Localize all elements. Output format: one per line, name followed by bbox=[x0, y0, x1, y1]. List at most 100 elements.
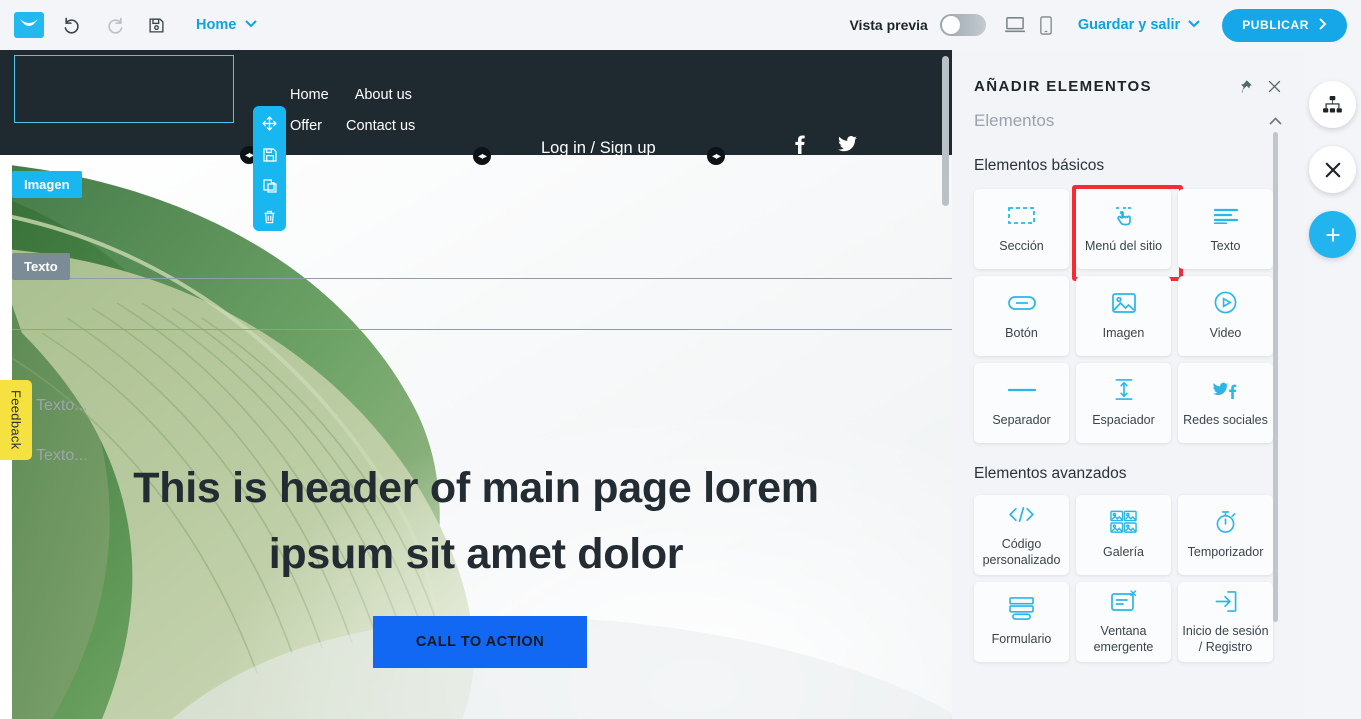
close-icon[interactable] bbox=[1267, 79, 1282, 94]
nav-link-contact-us[interactable]: Contact us bbox=[346, 111, 415, 142]
text-lines-icon bbox=[1213, 204, 1238, 228]
envelope-logo-icon[interactable] bbox=[14, 12, 44, 38]
button-pill-icon bbox=[1007, 291, 1036, 315]
element-card-label: Botón bbox=[1005, 325, 1038, 340]
floppy-save-icon[interactable] bbox=[142, 11, 170, 39]
chevron-up-icon[interactable] bbox=[1269, 112, 1282, 130]
code-brackets-icon bbox=[1008, 502, 1035, 526]
twitter-icon[interactable] bbox=[838, 134, 857, 154]
element-card-redes-sociales[interactable]: Redes sociales bbox=[1178, 363, 1273, 443]
element-card-galeria[interactable]: Galería bbox=[1076, 495, 1171, 575]
element-card-label: Video bbox=[1209, 325, 1242, 340]
element-card-label: Imagen bbox=[1102, 325, 1145, 340]
preview-label: Vista previa bbox=[849, 17, 928, 33]
text-element-badge[interactable]: Texto bbox=[12, 253, 70, 280]
delete-icon[interactable] bbox=[255, 204, 285, 231]
element-card-label: Formulario bbox=[991, 631, 1052, 646]
ghost-text-1[interactable]: Texto... bbox=[36, 397, 88, 415]
element-card-label: Separador bbox=[992, 412, 1051, 427]
nav-social-icons bbox=[795, 134, 857, 154]
element-card-imagen[interactable]: Imagen bbox=[1076, 276, 1171, 356]
page-name-label: Home bbox=[196, 17, 237, 33]
spacer-arrows-icon bbox=[1114, 378, 1134, 402]
popup-window-icon bbox=[1110, 589, 1137, 613]
website-canvas[interactable]: Texto... Texto... This is header of main… bbox=[0, 50, 952, 719]
publish-button[interactable]: PUBLICAR bbox=[1222, 8, 1347, 42]
save-icon[interactable] bbox=[255, 141, 285, 168]
divider-line-icon bbox=[1007, 378, 1036, 402]
selected-text-block-outline[interactable] bbox=[12, 278, 952, 330]
element-card-label: Inicio de sesión / Registro bbox=[1182, 624, 1269, 654]
panel-subsection-label: Elementos bbox=[974, 111, 1055, 130]
element-card-boton[interactable]: Botón bbox=[974, 276, 1069, 356]
image-icon bbox=[1111, 291, 1136, 315]
form-icon bbox=[1009, 597, 1034, 621]
resize-handle-middle[interactable]: ◂▸ bbox=[473, 147, 491, 165]
chevron-down-icon bbox=[245, 19, 258, 31]
site-navigation-bar[interactable]: Home About us Offer Contact us Log in / … bbox=[0, 50, 952, 165]
pin-icon[interactable] bbox=[1238, 79, 1253, 94]
desktop-view-icon[interactable] bbox=[1004, 16, 1026, 34]
top-toolbar: Home Vista previa Guardar y salir PUBLIC… bbox=[0, 0, 1361, 50]
close-icon[interactable] bbox=[1309, 146, 1356, 193]
section-dashed-icon bbox=[1008, 204, 1035, 228]
site-menu-cursor-icon bbox=[1112, 204, 1136, 228]
gallery-grid-icon bbox=[1110, 510, 1137, 534]
canvas-scrollbar[interactable] bbox=[942, 56, 949, 206]
duplicate-icon[interactable] bbox=[255, 173, 285, 200]
element-card-codigo-personalizado[interactable]: Código personalizado bbox=[974, 495, 1069, 575]
panel-title: AÑADIR ELEMENTOS bbox=[974, 78, 1152, 95]
right-action-rail bbox=[1304, 50, 1361, 719]
section-title-advanced: Elementos avanzados bbox=[974, 465, 1127, 482]
panel-scrollbar[interactable] bbox=[1273, 132, 1278, 622]
element-card-separador[interactable]: Separador bbox=[974, 363, 1069, 443]
redo-icon[interactable] bbox=[100, 11, 128, 39]
element-card-formulario[interactable]: Formulario bbox=[974, 582, 1069, 662]
undo-icon[interactable] bbox=[58, 11, 86, 39]
element-card-temporizador[interactable]: Temporizador bbox=[1178, 495, 1273, 575]
facebook-icon[interactable] bbox=[795, 134, 805, 154]
element-card-texto[interactable]: Texto bbox=[1178, 189, 1273, 269]
feedback-tab[interactable]: Feedback bbox=[0, 380, 32, 460]
element-card-inicio-de-sesion[interactable]: Inicio de sesión / Registro bbox=[1178, 582, 1273, 662]
add-plus-icon[interactable] bbox=[1309, 211, 1356, 258]
nav-links-group: Home About us Offer Contact us bbox=[290, 80, 480, 142]
video-play-icon bbox=[1214, 291, 1237, 315]
add-elements-panel: AÑADIR ELEMENTOS Elementos Elementos bás… bbox=[952, 50, 1304, 719]
chevron-down-icon bbox=[1188, 19, 1200, 31]
section-title-basic: Elementos básicos bbox=[974, 157, 1105, 174]
preview-toggle[interactable] bbox=[939, 14, 986, 36]
page-selector[interactable]: Home bbox=[196, 17, 258, 33]
element-card-label: Galería bbox=[1103, 544, 1144, 559]
resize-handle-right[interactable]: ◂▸ bbox=[707, 147, 725, 165]
element-card-video[interactable]: Video bbox=[1178, 276, 1273, 356]
feedback-label: Feedback bbox=[8, 390, 24, 450]
advanced-elements-grid: Código personalizado Galería Temporizado… bbox=[952, 483, 1304, 662]
element-card-label: Ventana emergente bbox=[1093, 624, 1154, 654]
sitemap-icon[interactable] bbox=[1309, 81, 1356, 128]
nav-login-signup-link[interactable]: Log in / Sign up bbox=[541, 139, 656, 158]
panel-header: AÑADIR ELEMENTOS bbox=[952, 50, 1304, 95]
save-exit-button[interactable]: Guardar y salir bbox=[1078, 17, 1200, 33]
publish-label: PUBLICAR bbox=[1242, 18, 1309, 32]
nav-link-about-us[interactable]: About us bbox=[355, 80, 412, 111]
hero-heading[interactable]: This is header of main page lorem ipsum … bbox=[0, 455, 952, 587]
panel-subsection-header[interactable]: Elementos bbox=[952, 95, 1304, 131]
mobile-view-icon[interactable] bbox=[1040, 15, 1052, 35]
image-element-badge[interactable]: Imagen bbox=[12, 171, 82, 198]
element-card-label: Temporizador bbox=[1187, 544, 1264, 559]
move-icon[interactable] bbox=[255, 110, 285, 137]
save-exit-label: Guardar y salir bbox=[1077, 17, 1181, 33]
selected-menu-outline bbox=[14, 55, 234, 123]
element-card-label: Redes sociales bbox=[1183, 412, 1268, 427]
element-card-ventana-emergente[interactable]: Ventana emergente bbox=[1076, 582, 1171, 662]
social-networks-icon bbox=[1212, 378, 1240, 402]
nav-link-home[interactable]: Home bbox=[290, 80, 329, 111]
nav-link-offer[interactable]: Offer bbox=[290, 111, 322, 142]
element-card-seccion[interactable]: Sección bbox=[974, 189, 1069, 269]
login-arrow-icon bbox=[1214, 589, 1238, 613]
element-card-menu-del-sitio[interactable]: Menú del sitio bbox=[1072, 185, 1183, 281]
element-card-espaciador[interactable]: Espaciador bbox=[1076, 363, 1171, 443]
element-card-label: Sección bbox=[999, 238, 1044, 253]
call-to-action-button[interactable]: CALL TO ACTION bbox=[373, 616, 587, 668]
